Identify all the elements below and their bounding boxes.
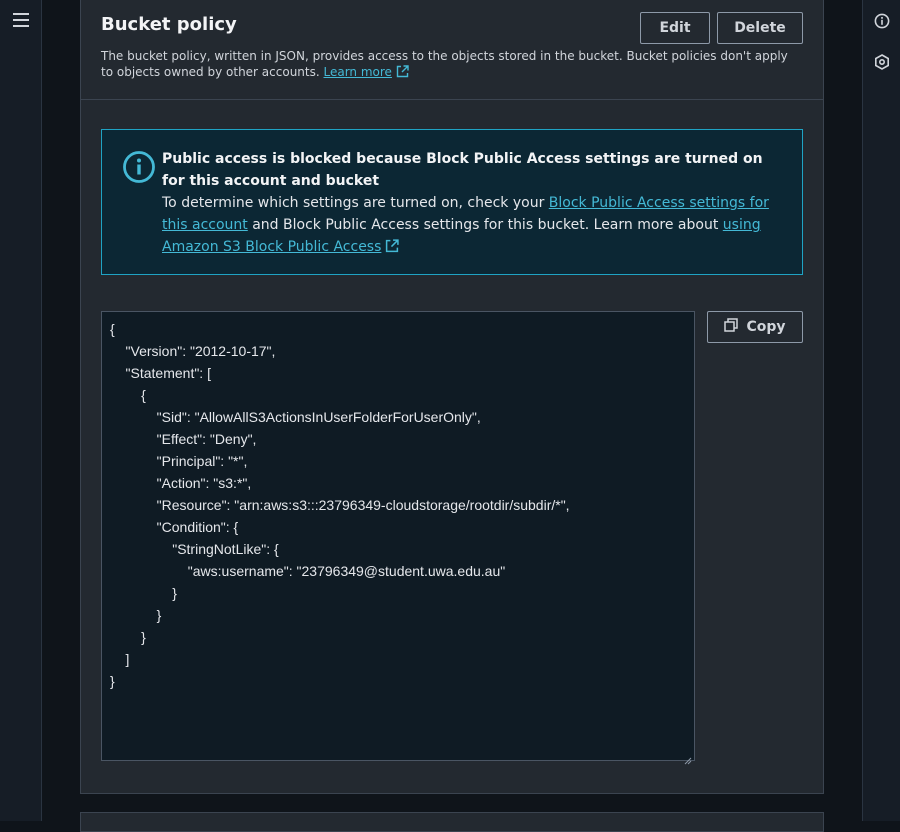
right-tools-rail [862, 0, 900, 821]
page-title: Bucket policy [101, 14, 237, 35]
alert-body-middle: and Block Public Access settings for thi… [247, 217, 723, 233]
alert-text: Public access is blocked because Block P… [162, 148, 772, 260]
panel-header: Bucket policy The bucket policy, written… [81, 0, 823, 100]
policy-json-text: { "Version": "2012-10-17", "Statement": … [110, 321, 570, 689]
resize-handle-icon[interactable] [684, 750, 692, 765]
external-link-icon[interactable] [385, 238, 400, 260]
info-icon[interactable] [874, 13, 890, 29]
delete-button[interactable]: Delete [717, 12, 803, 44]
left-navigation-rail [0, 0, 42, 821]
next-panel-edge [80, 812, 824, 832]
copy-icon [724, 318, 739, 336]
info-alert: Public access is blocked because Block P… [101, 129, 803, 275]
external-link-icon[interactable] [396, 65, 409, 82]
copy-button[interactable]: Copy [707, 311, 803, 343]
menu-icon[interactable] [13, 13, 29, 27]
alert-body: To determine which settings are turned o… [162, 192, 772, 260]
policy-json-editor[interactable]: { "Version": "2012-10-17", "Statement": … [101, 311, 695, 765]
alert-title: Public access is blocked because Block P… [162, 151, 763, 189]
bucket-policy-panel: Bucket policy The bucket policy, written… [80, 0, 824, 794]
copy-label: Copy [746, 319, 786, 335]
alert-body-prefix: To determine which settings are turned o… [162, 195, 549, 211]
learn-more-link[interactable]: Learn more [324, 65, 392, 79]
description-text: The bucket policy, written in JSON, prov… [101, 49, 788, 79]
info-icon [122, 150, 156, 184]
hexagon-icon[interactable] [874, 54, 890, 70]
policy-description: The bucket policy, written in JSON, prov… [101, 48, 791, 82]
edit-button[interactable]: Edit [640, 12, 710, 44]
